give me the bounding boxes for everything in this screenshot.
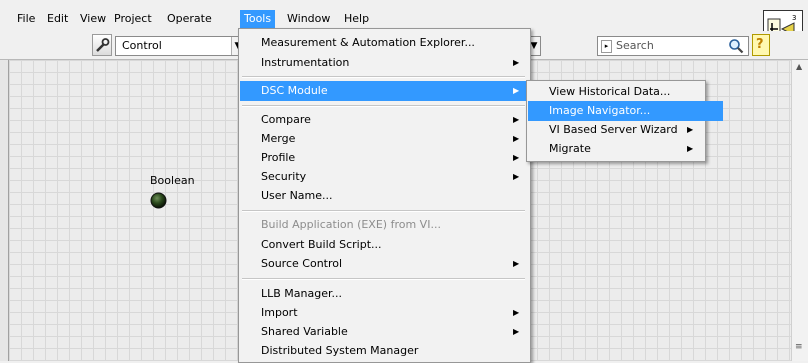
- menu-item-label: VI Based Server Wizard: [549, 123, 678, 136]
- menu-item-import[interactable]: Import ▶: [240, 303, 548, 323]
- menu-item-merge[interactable]: Merge ▶: [240, 129, 548, 149]
- menu-item-measurement-automation-explorer[interactable]: Measurement & Automation Explorer...: [240, 33, 548, 53]
- menu-item-dsc-module[interactable]: DSC Module ▶: [240, 81, 548, 101]
- menu-separator: [242, 105, 525, 107]
- menu-item-label: Merge: [261, 132, 296, 145]
- menu-help[interactable]: Help: [340, 10, 373, 28]
- submenu-arrow-icon: ▶: [513, 86, 520, 95]
- menu-item-user-name[interactable]: User Name...: [240, 186, 548, 206]
- submenu-arrow-icon: ▶: [687, 144, 694, 153]
- menu-bar: File Edit View Project Operate Tools Win…: [0, 0, 808, 31]
- menu-tools[interactable]: Tools: [240, 10, 276, 28]
- tools-menu: Measurement & Automation Explorer... Ins…: [238, 28, 548, 363]
- menu-item-llb-manager[interactable]: LLB Manager...: [240, 284, 548, 304]
- menu-item-label: Compare: [261, 113, 311, 126]
- submenu-arrow-icon: ▶: [513, 327, 520, 336]
- submenu-arrow-icon: ▶: [513, 308, 520, 317]
- boolean-led[interactable]: [150, 192, 167, 209]
- split-handle-icon[interactable]: ≡: [795, 342, 803, 352]
- menu-item-convert-build-script[interactable]: Convert Build Script...: [240, 235, 548, 255]
- submenu-arrow-icon: ▶: [513, 134, 520, 143]
- menu-item-label: Security: [261, 170, 307, 183]
- menu-separator: [242, 278, 525, 280]
- wrench-icon: [96, 38, 110, 52]
- menu-item-instrumentation[interactable]: Instrumentation ▶: [240, 53, 548, 73]
- dsc-module-submenu: View Historical Data... Image Navigator.…: [526, 80, 723, 162]
- menu-item-label: Profile: [261, 151, 296, 164]
- tools-palette-button[interactable]: [92, 34, 112, 56]
- menu-project[interactable]: Project: [110, 10, 156, 28]
- scroll-up-icon[interactable]: ▲: [796, 62, 802, 71]
- menu-item-vi-based-server-wizard[interactable]: VI Based Server Wizard ▶: [528, 120, 723, 140]
- menu-item-migrate[interactable]: Migrate ▶: [528, 139, 723, 159]
- search-field[interactable]: ▸ Search: [597, 36, 749, 56]
- menu-item-distributed-system-manager[interactable]: Distributed System Manager: [240, 341, 548, 361]
- menu-operate[interactable]: Operate: [163, 10, 216, 28]
- menu-item-label: DSC Module: [261, 84, 328, 97]
- search-options-icon[interactable]: ▸: [601, 40, 612, 53]
- help-icon[interactable]: ?: [752, 34, 770, 56]
- menu-edit[interactable]: Edit: [43, 10, 72, 28]
- control-palette-label: Control: [122, 39, 162, 52]
- menu-item-label: Migrate: [549, 142, 591, 155]
- menu-item-label: Shared Variable: [261, 325, 348, 338]
- menu-separator: [242, 210, 525, 212]
- menu-item-source-control[interactable]: Source Control ▶: [240, 254, 548, 274]
- search-placeholder[interactable]: Search: [616, 38, 654, 54]
- menu-item-image-navigator[interactable]: Image Navigator...: [528, 101, 723, 121]
- menu-item-label: Import: [261, 306, 298, 319]
- menu-separator: [242, 76, 525, 78]
- menu-item-shared-variable[interactable]: Shared Variable ▶: [240, 322, 548, 342]
- menu-item-compare[interactable]: Compare ▶: [240, 110, 548, 130]
- svg-text:3: 3: [792, 14, 796, 22]
- submenu-arrow-icon: ▶: [513, 172, 520, 181]
- menu-item-label: Instrumentation: [261, 56, 350, 69]
- menu-item-label: LLB Manager...: [261, 287, 342, 300]
- vertical-scrollbar[interactable]: ▲ ≡: [791, 60, 808, 361]
- control-palette-combo[interactable]: Control ▼: [115, 36, 245, 56]
- submenu-arrow-icon: ▶: [513, 115, 520, 124]
- menu-item-label: Image Navigator...: [549, 104, 651, 117]
- submenu-arrow-icon: ▶: [687, 125, 694, 134]
- menu-item-label: User Name...: [261, 189, 333, 202]
- menu-item-build-application[interactable]: Build Application (EXE) from VI...: [240, 215, 548, 235]
- menu-item-security[interactable]: Security ▶: [240, 167, 548, 187]
- menu-item-label: Distributed System Manager: [261, 344, 419, 357]
- menu-item-profile[interactable]: Profile ▶: [240, 148, 548, 168]
- boolean-label: Boolean: [150, 174, 195, 187]
- menu-item-label: Convert Build Script...: [261, 238, 382, 251]
- menu-item-label: Measurement & Automation Explorer...: [261, 36, 475, 49]
- menu-view[interactable]: View: [76, 10, 110, 28]
- menu-file[interactable]: File: [13, 10, 39, 28]
- search-icon[interactable]: [728, 38, 744, 57]
- submenu-arrow-icon: ▶: [513, 153, 520, 162]
- menu-window[interactable]: Window: [283, 10, 334, 28]
- menu-item-label: Build Application (EXE) from VI...: [261, 218, 441, 231]
- canvas-left-margin: [0, 60, 8, 361]
- submenu-arrow-icon: ▶: [513, 259, 520, 268]
- menu-item-view-historical-data[interactable]: View Historical Data...: [528, 82, 723, 102]
- menu-item-label: View Historical Data...: [549, 85, 671, 98]
- submenu-arrow-icon: ▶: [513, 58, 520, 67]
- menu-item-label: Source Control: [261, 257, 343, 270]
